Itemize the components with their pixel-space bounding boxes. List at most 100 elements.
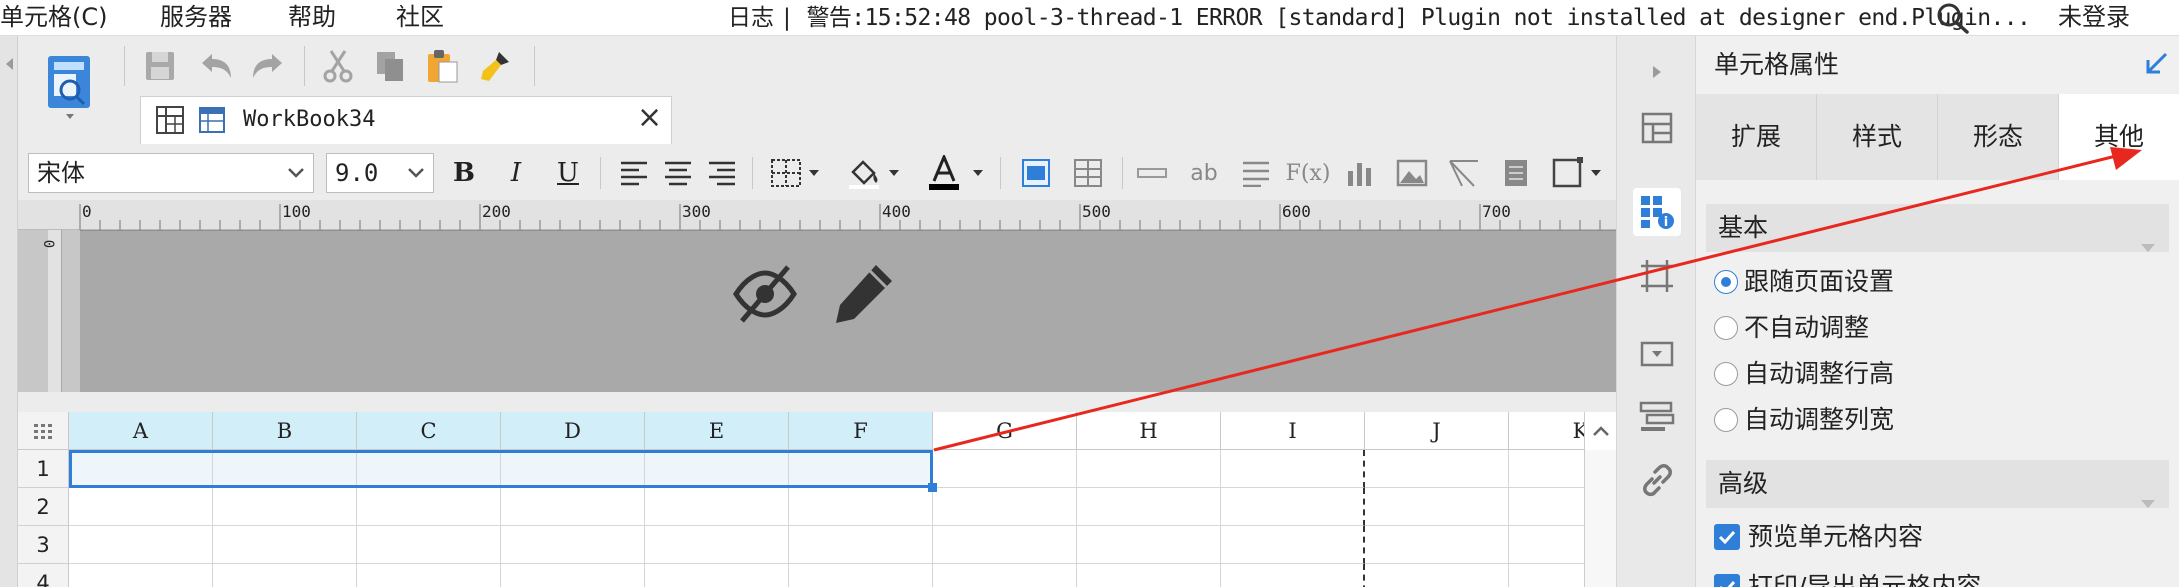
column-header[interactable]: C bbox=[357, 412, 501, 450]
float-element-icon[interactable] bbox=[1633, 252, 1681, 300]
menu-help[interactable]: 帮助 bbox=[288, 2, 336, 32]
vertical-scrollbar[interactable] bbox=[1584, 450, 1616, 587]
chevron-down-icon[interactable] bbox=[968, 153, 988, 193]
grid-cell[interactable] bbox=[69, 564, 213, 587]
grid-cell[interactable] bbox=[645, 564, 789, 587]
insert-chart-icon[interactable] bbox=[1340, 153, 1380, 193]
font-color-icon[interactable] bbox=[924, 153, 964, 193]
spreadsheet-grid[interactable]: ABCDEFGHIJK 1234 bbox=[18, 412, 1616, 587]
grid-cell[interactable] bbox=[789, 488, 933, 526]
search-icon[interactable] bbox=[1936, 2, 1970, 34]
tab-workbook[interactable]: WorkBook34 × bbox=[140, 96, 672, 144]
grid-cell[interactable] bbox=[213, 564, 357, 587]
cell-attribute-icon[interactable]: i bbox=[1633, 188, 1681, 236]
freeze-icon[interactable] bbox=[1016, 153, 1056, 193]
tab-close-icon[interactable]: × bbox=[637, 101, 662, 135]
format-painter-icon[interactable] bbox=[476, 46, 516, 86]
widget-icon[interactable] bbox=[1633, 330, 1681, 378]
check-preview-content[interactable]: 预览单元格内容 bbox=[1714, 520, 1923, 554]
column-header[interactable]: F bbox=[789, 412, 933, 450]
login-status[interactable]: 未登录 bbox=[2058, 2, 2130, 32]
row-header[interactable]: 4 bbox=[18, 564, 69, 587]
grid-cell[interactable] bbox=[501, 564, 645, 587]
expand-right-icon[interactable] bbox=[1633, 60, 1681, 84]
grid-cell[interactable] bbox=[1077, 488, 1221, 526]
chevron-down-icon[interactable] bbox=[884, 153, 904, 193]
tab-other[interactable]: 其他 bbox=[2059, 94, 2179, 180]
log-message[interactable]: | 警告:15:52:48 pool-3-thread-1 ERROR [sta… bbox=[780, 3, 2031, 33]
column-header[interactable]: J bbox=[1365, 412, 1509, 450]
border-icon[interactable] bbox=[766, 153, 806, 193]
tab-expand[interactable]: 扩展 bbox=[1696, 94, 1817, 180]
redo-icon[interactable] bbox=[248, 46, 288, 86]
new-report-icon[interactable] bbox=[44, 52, 96, 120]
tab-form[interactable]: 形态 bbox=[1938, 94, 2059, 180]
check-print-export-content[interactable]: 打印/导出单元格内容 bbox=[1714, 570, 1981, 587]
grid-cell[interactable] bbox=[69, 488, 213, 526]
edit-pencil-icon[interactable] bbox=[832, 261, 896, 329]
grid-cell[interactable] bbox=[1365, 488, 1509, 526]
column-header[interactable]: G bbox=[933, 412, 1077, 450]
fill-color-icon[interactable] bbox=[844, 153, 884, 193]
insert-image-icon[interactable] bbox=[1392, 153, 1432, 193]
cut-icon[interactable] bbox=[318, 46, 358, 86]
select-all-icon[interactable] bbox=[18, 412, 69, 450]
hyperlink-icon[interactable] bbox=[1633, 456, 1681, 504]
radio-auto-row-height[interactable]: 自动调整行高 bbox=[1714, 357, 1894, 391]
grid-cell[interactable] bbox=[1221, 488, 1365, 526]
row-header[interactable]: 1 bbox=[18, 450, 69, 488]
grid-cell[interactable] bbox=[357, 488, 501, 526]
grid-cell[interactable] bbox=[1365, 526, 1509, 564]
pin-icon[interactable] bbox=[2144, 48, 2172, 80]
grid-cell[interactable] bbox=[933, 526, 1077, 564]
grid-cell[interactable] bbox=[69, 526, 213, 564]
radio-auto-col-width[interactable]: 自动调整列宽 bbox=[1714, 403, 1894, 437]
merge-cells-icon[interactable] bbox=[1068, 153, 1108, 193]
grid-cell[interactable] bbox=[933, 564, 1077, 587]
insert-formula-button[interactable]: F(x) bbox=[1286, 153, 1331, 193]
chevron-down-icon[interactable] bbox=[279, 154, 313, 192]
grid-cell[interactable] bbox=[357, 564, 501, 587]
bold-button[interactable]: B bbox=[444, 153, 484, 193]
chevron-down-icon[interactable] bbox=[804, 153, 824, 193]
grid-cell[interactable] bbox=[789, 526, 933, 564]
radio-follow-page[interactable]: 跟随页面设置 bbox=[1714, 265, 1894, 299]
section-advanced[interactable]: 高级 bbox=[1706, 460, 2169, 508]
grid-cell[interactable] bbox=[501, 526, 645, 564]
grid-cell[interactable] bbox=[357, 526, 501, 564]
insert-slash-icon[interactable] bbox=[1444, 153, 1484, 193]
grid-cell[interactable] bbox=[213, 526, 357, 564]
align-center-icon[interactable] bbox=[658, 153, 698, 193]
column-header[interactable]: B bbox=[213, 412, 357, 450]
copy-icon[interactable] bbox=[370, 46, 410, 86]
fill-handle[interactable] bbox=[928, 483, 937, 492]
grid-cell[interactable] bbox=[645, 526, 789, 564]
grid-cell[interactable] bbox=[645, 488, 789, 526]
grid-cell[interactable] bbox=[1077, 450, 1221, 488]
insert-subreport-icon[interactable] bbox=[1496, 153, 1536, 193]
insert-text-icon[interactable] bbox=[1132, 153, 1172, 193]
row-header[interactable]: 3 bbox=[18, 526, 69, 564]
grid-cell[interactable] bbox=[1077, 564, 1221, 587]
align-right-icon[interactable] bbox=[702, 153, 742, 193]
log-label[interactable]: 日志 bbox=[728, 3, 774, 33]
column-header[interactable]: I bbox=[1221, 412, 1365, 450]
grid-cell[interactable] bbox=[501, 488, 645, 526]
collapse-up-icon[interactable] bbox=[1584, 412, 1616, 450]
eye-off-icon[interactable] bbox=[732, 261, 798, 331]
grid-cell[interactable] bbox=[1221, 526, 1365, 564]
grid-cell[interactable] bbox=[933, 450, 1077, 488]
collapse-left-icon[interactable] bbox=[3, 56, 15, 72]
column-header[interactable]: D bbox=[501, 412, 645, 450]
tab-style[interactable]: 样式 bbox=[1817, 94, 1938, 180]
menu-cell[interactable]: 单元格(C) bbox=[0, 2, 107, 32]
align-left-icon[interactable] bbox=[614, 153, 654, 193]
underline-button[interactable]: U bbox=[548, 153, 588, 193]
page-border-icon[interactable] bbox=[1548, 153, 1588, 193]
grid-cell[interactable] bbox=[1365, 450, 1509, 488]
column-header[interactable]: A bbox=[69, 412, 213, 450]
insert-string-button[interactable]: ab bbox=[1184, 153, 1224, 193]
cell-element-icon[interactable] bbox=[1633, 104, 1681, 152]
chevron-down-icon[interactable] bbox=[399, 154, 433, 192]
grid-cell[interactable] bbox=[789, 564, 933, 587]
